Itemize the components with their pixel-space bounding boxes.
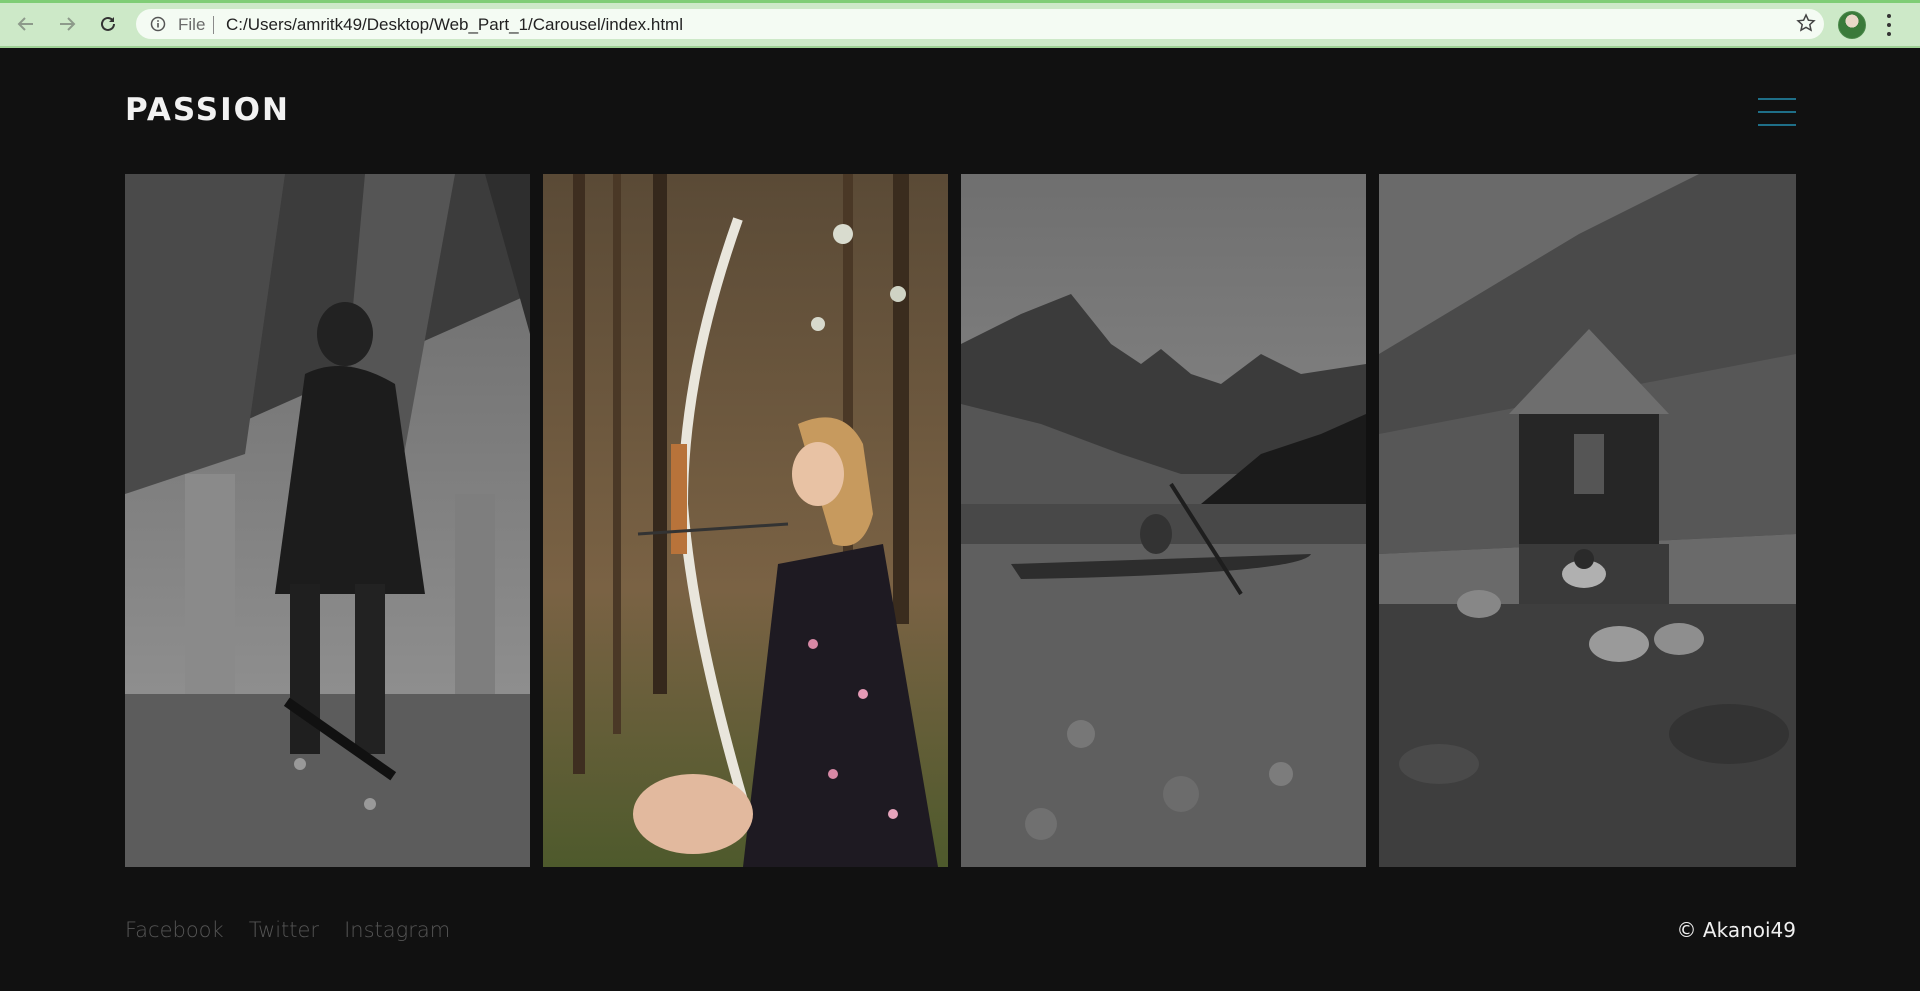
arrow-left-icon	[17, 17, 33, 31]
menu-line	[1758, 111, 1796, 113]
reload-button[interactable]	[96, 12, 120, 36]
dot-icon	[1887, 32, 1891, 36]
file-label: File	[178, 15, 206, 34]
gallery-card-hot-spring[interactable]	[1379, 174, 1796, 867]
profile-avatar[interactable]	[1838, 11, 1866, 39]
info-icon[interactable]	[150, 16, 166, 32]
archer-photo	[543, 174, 948, 867]
gallery-card-archer[interactable]	[543, 174, 948, 867]
facebook-link[interactable]: Facebook	[125, 918, 224, 942]
hot-spring-photo	[1379, 174, 1796, 867]
arrow-right-icon	[60, 17, 76, 31]
star-icon[interactable]	[1796, 13, 1816, 33]
reload-icon	[101, 16, 115, 31]
back-button[interactable]	[14, 12, 38, 36]
browser-toolbar: File C:/Users/amritk49/Desktop/Web_Part_…	[0, 0, 1920, 48]
forward-button[interactable]	[55, 12, 79, 36]
address-separator	[213, 16, 214, 34]
menu-line	[1758, 98, 1796, 100]
site-logo[interactable]: PASSION	[125, 92, 290, 128]
kayaker-photo	[961, 174, 1366, 867]
gallery-card-kayaker[interactable]	[961, 174, 1366, 867]
url-text[interactable]: C:/Users/amritk49/Desktop/Web_Part_1/Car…	[226, 15, 683, 35]
address-bar[interactable]: File C:/Users/amritk49/Desktop/Web_Part_…	[136, 9, 1824, 39]
copyright-text: © Akanoi49	[1676, 918, 1796, 942]
twitter-link[interactable]: Twitter	[249, 918, 319, 942]
instagram-link[interactable]: Instagram	[344, 918, 450, 942]
hamburger-menu-button[interactable]	[1758, 98, 1796, 126]
footer-social-links: Facebook Twitter Instagram	[125, 918, 450, 942]
browser-menu-button[interactable]	[1886, 14, 1892, 36]
dot-icon	[1887, 23, 1891, 27]
image-gallery	[125, 174, 1796, 867]
dot-icon	[1887, 14, 1891, 18]
skateboarder-photo	[125, 174, 530, 867]
gallery-card-skateboarder[interactable]	[125, 174, 530, 867]
menu-line	[1758, 124, 1796, 126]
